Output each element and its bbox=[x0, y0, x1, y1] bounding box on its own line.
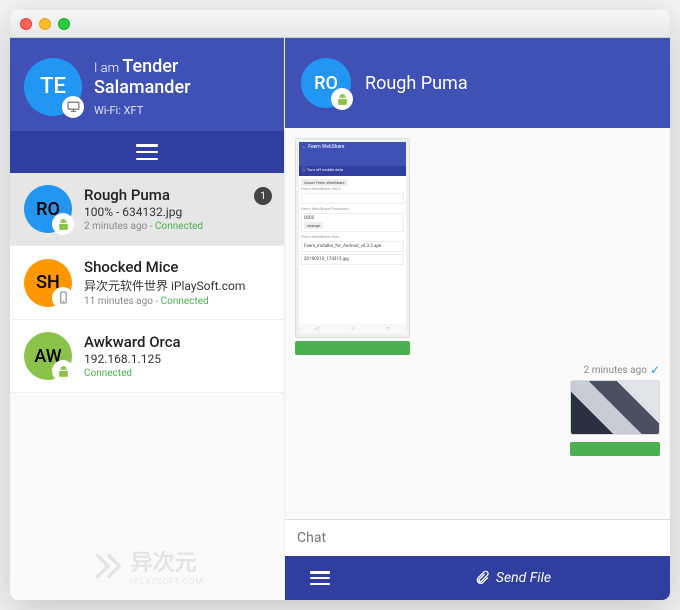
peer-avatar: AW bbox=[24, 332, 72, 380]
peer-subtitle: 异次元软件世界 iPlaySoft.com bbox=[84, 277, 270, 294]
peer-item-rough-puma[interactable]: RO Rough Puma 100% - 634132.jpg 2 minute… bbox=[10, 173, 284, 246]
unread-badge: 1 bbox=[254, 187, 272, 205]
chat-panel: RO Rough Puma ← Feem WebShare ⓘ Turn off… bbox=[285, 38, 670, 600]
chat-avatar: RO bbox=[301, 58, 351, 108]
peer-avatar: SH bbox=[24, 259, 72, 307]
send-menu-icon[interactable] bbox=[285, 571, 355, 585]
peer-name: Awkward Orca bbox=[84, 333, 270, 351]
sidebar-menubar bbox=[10, 131, 284, 173]
peer-avatar: RO bbox=[24, 185, 72, 233]
paperclip-icon bbox=[474, 570, 490, 586]
screenshot-thumbnail: ← Feem WebShare ⓘ Turn off mobile data A… bbox=[295, 138, 410, 338]
progress-bar bbox=[570, 442, 660, 456]
peer-item-shocked-mice[interactable]: SH Shocked Mice 异次元软件世界 iPlaySoft.com 11… bbox=[10, 246, 284, 320]
chat-input[interactable] bbox=[285, 520, 670, 556]
peer-subtitle: 100% - 634132.jpg bbox=[84, 205, 270, 219]
phone-icon bbox=[52, 287, 74, 309]
wifi-label: Wi-Fi: XFT bbox=[94, 104, 270, 117]
peer-list: RO Rough Puma 100% - 634132.jpg 2 minute… bbox=[10, 173, 284, 600]
android-icon bbox=[331, 88, 353, 110]
sidebar: TE I am Tender Salamander Wi-Fi: XFT RO bbox=[10, 38, 285, 600]
menu-icon[interactable] bbox=[136, 144, 158, 160]
peer-name: Shocked Mice bbox=[84, 258, 270, 276]
message-outgoing[interactable]: 2 minutes ago ✓ bbox=[570, 363, 660, 456]
chat-header: RO Rough Puma bbox=[285, 38, 670, 128]
desktop-icon bbox=[62, 96, 84, 118]
android-icon bbox=[52, 213, 74, 235]
app-window: TE I am Tender Salamander Wi-Fi: XFT RO bbox=[10, 10, 670, 600]
send-file-button[interactable]: Send File bbox=[355, 570, 670, 586]
peer-meta: 11 minutes ago - Connected bbox=[84, 296, 270, 307]
send-bar: Send File bbox=[285, 556, 670, 600]
chat-title: Rough Puma bbox=[365, 73, 468, 94]
peer-info: Shocked Mice 异次元软件世界 iPlaySoft.com 11 mi… bbox=[84, 258, 270, 307]
app-body: TE I am Tender Salamander Wi-Fi: XFT RO bbox=[10, 38, 670, 600]
profile-text: I am Tender Salamander Wi-Fi: XFT bbox=[94, 56, 270, 117]
profile-header: TE I am Tender Salamander Wi-Fi: XFT bbox=[10, 38, 284, 131]
peer-meta: 2 minutes ago - Connected bbox=[84, 221, 270, 232]
peer-item-awkward-orca[interactable]: AW Awkward Orca 192.168.1.125 Connected bbox=[10, 320, 284, 393]
peer-name: Rough Puma bbox=[84, 186, 270, 204]
peer-meta: Connected bbox=[84, 368, 270, 379]
image-thumbnail bbox=[570, 380, 660, 435]
zoom-dot[interactable] bbox=[58, 18, 70, 30]
android-icon bbox=[52, 360, 74, 382]
peer-info: Rough Puma 100% - 634132.jpg 2 minutes a… bbox=[84, 186, 270, 232]
chat-body[interactable]: ← Feem WebShare ⓘ Turn off mobile data A… bbox=[285, 128, 670, 519]
peer-info: Awkward Orca 192.168.1.125 Connected bbox=[84, 333, 270, 379]
progress-bar bbox=[295, 341, 410, 355]
message-incoming[interactable]: ← Feem WebShare ⓘ Turn off mobile data A… bbox=[295, 138, 410, 355]
self-initials: TE bbox=[40, 74, 66, 99]
peer-subtitle: 192.168.1.125 bbox=[84, 352, 270, 366]
self-avatar: TE bbox=[24, 58, 82, 116]
chat-input-row bbox=[285, 519, 670, 556]
close-dot[interactable] bbox=[20, 18, 32, 30]
mac-titlebar bbox=[10, 10, 670, 38]
message-timestamp: 2 minutes ago ✓ bbox=[570, 363, 660, 377]
iam-label: I am Tender Salamander bbox=[94, 56, 270, 98]
check-icon: ✓ bbox=[650, 363, 660, 377]
minimize-dot[interactable] bbox=[39, 18, 51, 30]
